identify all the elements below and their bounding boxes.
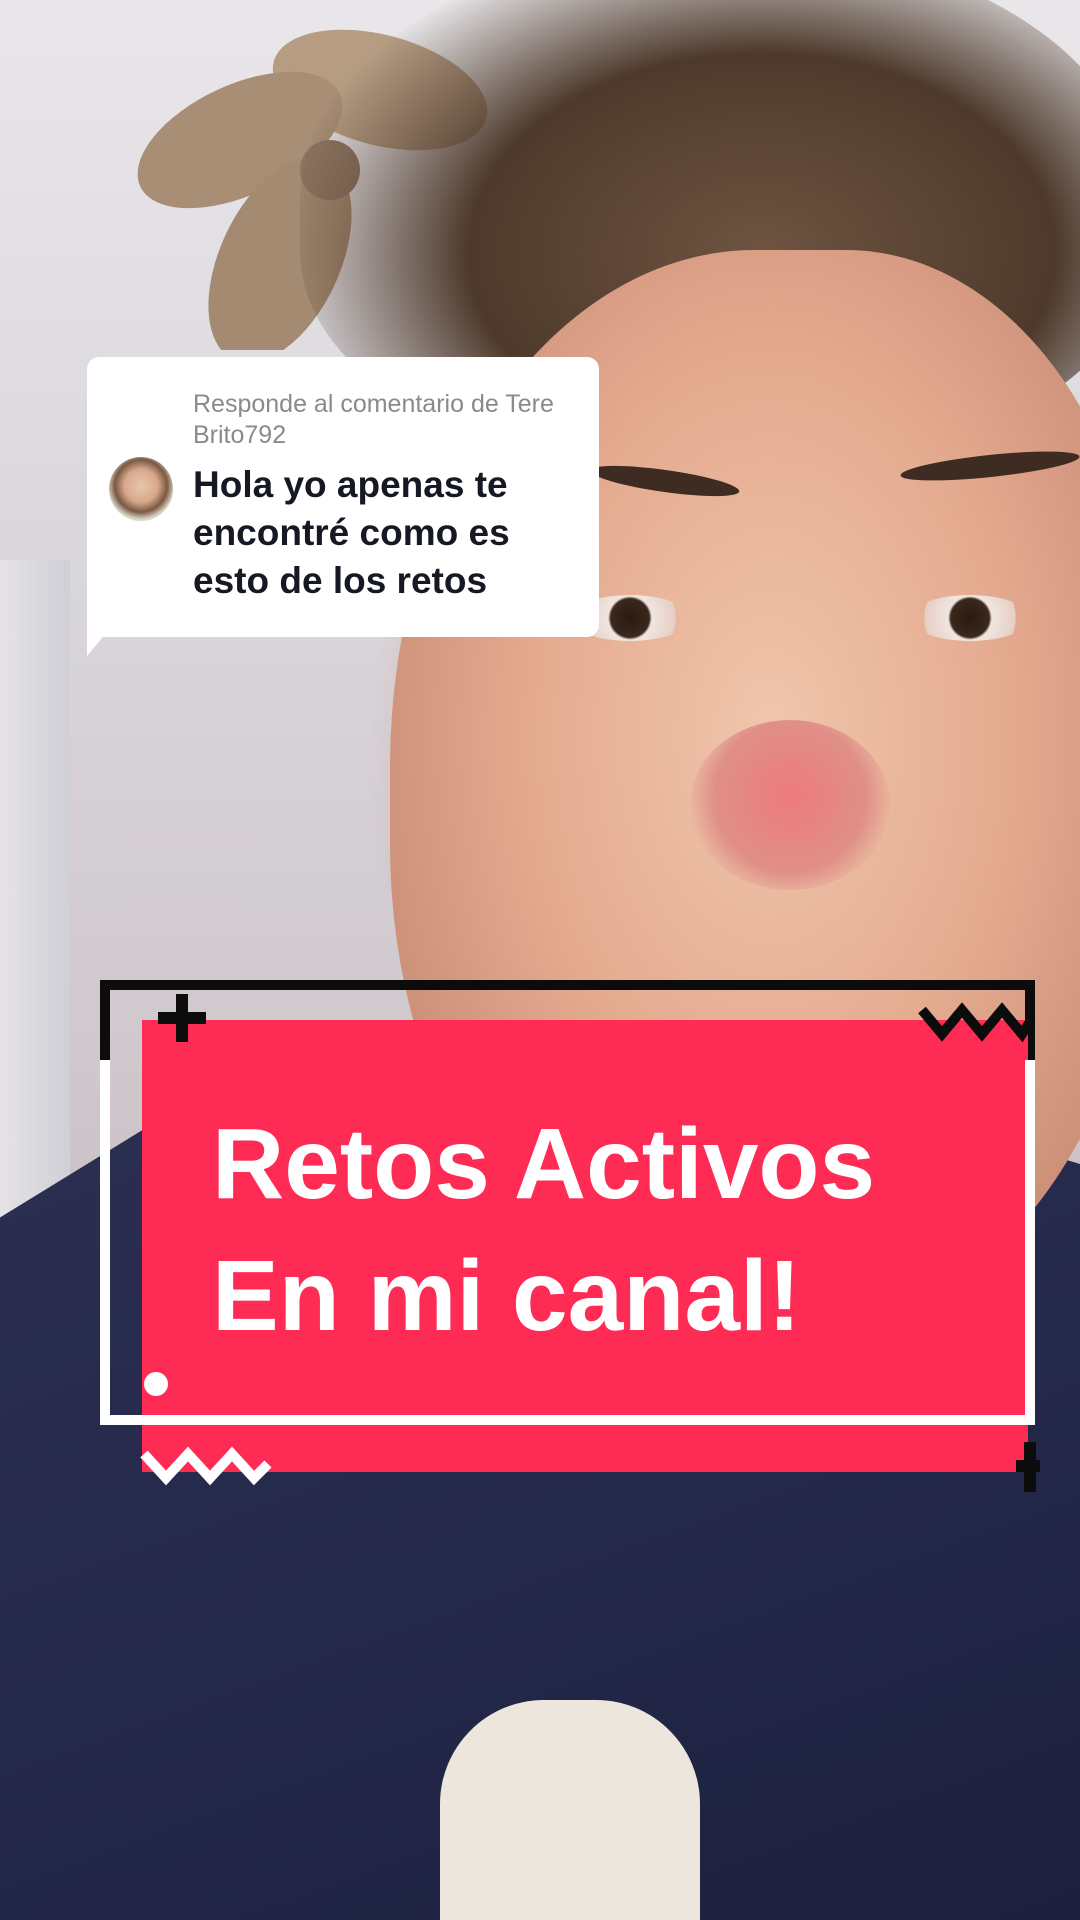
zigzag-icon-bottom	[140, 1446, 272, 1486]
banner-line-2: En mi canal!	[212, 1240, 802, 1352]
reply-header: Responde al comentario de Tere Brito792	[193, 390, 554, 449]
dot-icon	[144, 1372, 168, 1396]
banner-text: Retos Activos En mi canal!	[212, 1098, 1012, 1362]
banner-line-1: Retos Activos	[212, 1108, 876, 1220]
nose	[690, 720, 890, 890]
video-frame[interactable]	[0, 0, 1080, 1920]
plus-icon	[158, 994, 206, 1042]
shirt	[440, 1700, 700, 1920]
zigzag-icon-top	[918, 1002, 1034, 1043]
eye-right	[910, 595, 1030, 641]
avatar[interactable]	[109, 457, 173, 521]
plus-icon-partial	[1016, 1442, 1040, 1492]
reply-comment-card[interactable]: Responde al comentario de Tere Brito792 …	[87, 357, 599, 637]
reply-comment-text: Hola yo apenas te encontré como es esto …	[193, 464, 510, 601]
